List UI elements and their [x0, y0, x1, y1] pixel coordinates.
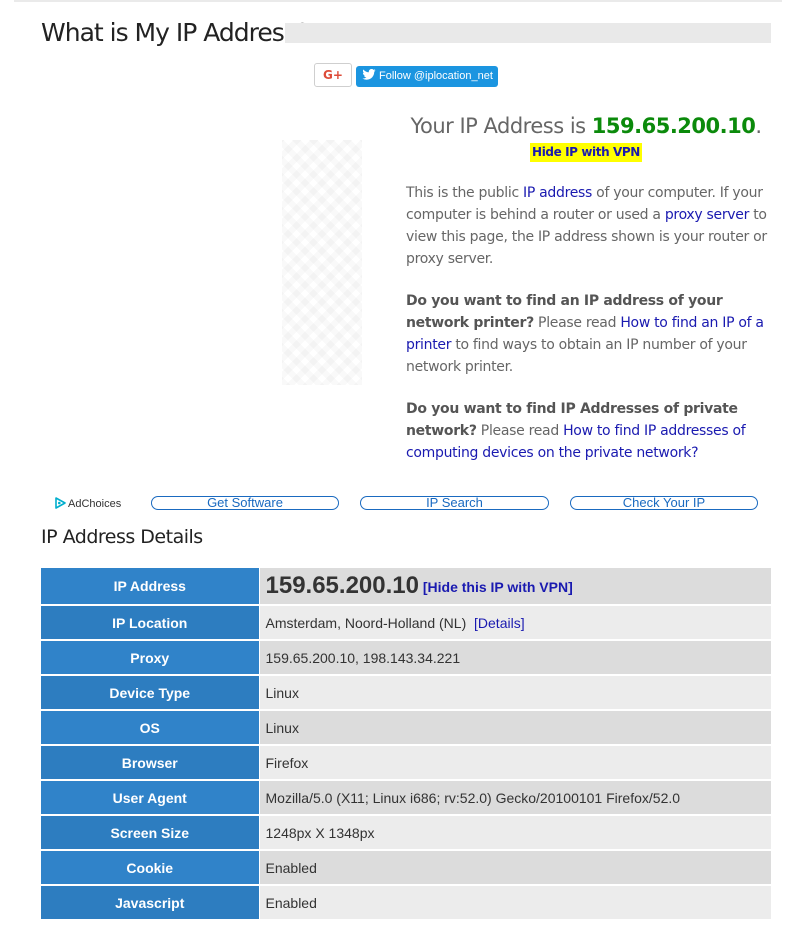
- page-title: What is My IP Address?: [41, 18, 309, 47]
- table-row: IP Address 159.65.200.10 [Hide this IP w…: [41, 568, 771, 606]
- table-row: IP Location Amsterdam, Noord-Holland (NL…: [41, 605, 771, 641]
- row-value-device-type: Linux: [259, 675, 771, 711]
- table-row: Cookie Enabled: [41, 850, 771, 886]
- table-row: Proxy 159.65.200.10, 198.143.34.221: [41, 640, 771, 676]
- ip-address-value: 159.65.200.10: [265, 572, 419, 599]
- info-paragraph-printer: Do you want to find an IP address of you…: [406, 293, 764, 375]
- ip-details-title: IP Address Details: [41, 526, 203, 548]
- twitter-bird-icon: [362, 69, 376, 80]
- row-label-ip-address: IP Address: [41, 568, 260, 606]
- table-row: Browser Firefox: [41, 745, 771, 781]
- info-paragraph-public-ip: This is the public IP address of your co…: [406, 185, 767, 267]
- ip-address-link[interactable]: IP address: [523, 185, 592, 201]
- row-label-browser: Browser: [41, 745, 260, 781]
- row-label-os: OS: [41, 710, 260, 746]
- location-details-link[interactable]: [Details]: [474, 615, 525, 631]
- row-label-cookie: Cookie: [41, 850, 260, 886]
- google-plus-button[interactable]: G+: [314, 63, 352, 87]
- your-ip-value: 159.65.200.10: [591, 114, 756, 138]
- ip-details-table: IP Address 159.65.200.10 [Hide this IP w…: [41, 568, 771, 921]
- top-divider: [14, 0, 782, 2]
- your-ip-suffix: .: [755, 114, 762, 138]
- twitter-follow-button[interactable]: Follow @iplocation_net: [356, 66, 498, 87]
- table-row: Screen Size 1248px X 1348px: [41, 815, 771, 851]
- your-ip-heading: Your IP Address is 159.65.200.10.: [380, 110, 792, 142]
- adchoices-label: AdChoices: [68, 498, 122, 510]
- row-label-screen-size: Screen Size: [41, 815, 260, 851]
- row-value-screen-size: 1248px X 1348px: [259, 815, 771, 851]
- table-row: Device Type Linux: [41, 675, 771, 711]
- hide-ip-vpn-link[interactable]: Hide IP with VPN: [530, 143, 642, 162]
- row-value-browser: Firefox: [259, 745, 771, 781]
- row-label-device-type: Device Type: [41, 675, 260, 711]
- table-row: User Agent Mozilla/5.0 (X11; Linux i686;…: [41, 780, 771, 816]
- row-value-proxy: 159.65.200.10, 198.143.34.221: [259, 640, 771, 676]
- row-label-ip-location: IP Location: [41, 605, 260, 641]
- row-value-os: Linux: [259, 710, 771, 746]
- row-label-javascript: Javascript: [41, 885, 260, 921]
- info-paragraph-private-network: Do you want to find IP Addresses of priv…: [406, 401, 746, 461]
- check-your-ip-button[interactable]: Check Your IP: [570, 496, 758, 510]
- row-label-proxy: Proxy: [41, 640, 260, 676]
- your-ip-prefix: Your IP Address is: [410, 114, 586, 138]
- ip-search-button[interactable]: IP Search: [360, 496, 549, 510]
- table-row: OS Linux: [41, 710, 771, 746]
- adchoices-icon: [55, 497, 66, 509]
- table-row: Javascript Enabled: [41, 885, 771, 921]
- row-value-ip-location: Amsterdam, Noord-Holland (NL) [Details]: [259, 605, 771, 641]
- adchoices-link[interactable]: AdChoices: [55, 497, 121, 511]
- row-label-user-agent: User Agent: [41, 780, 260, 816]
- ad-placeholder: [282, 140, 362, 385]
- row-value-user-agent: Mozilla/5.0 (X11; Linux i686; rv:52.0) G…: [259, 780, 771, 816]
- twitter-follow-label: Follow @iplocation_net: [379, 70, 493, 82]
- row-value-cookie: Enabled: [259, 850, 771, 886]
- google-plus-icon: G+: [323, 68, 343, 82]
- row-value-javascript: Enabled: [259, 885, 771, 921]
- hide-ip-vpn-table-link[interactable]: [Hide this IP with VPN]: [423, 579, 573, 595]
- row-value-ip-address: 159.65.200.10 [Hide this IP with VPN]: [259, 568, 771, 606]
- title-ad-bar: [285, 23, 771, 43]
- proxy-server-link[interactable]: proxy server: [665, 207, 750, 223]
- get-software-button[interactable]: Get Software: [151, 496, 339, 510]
